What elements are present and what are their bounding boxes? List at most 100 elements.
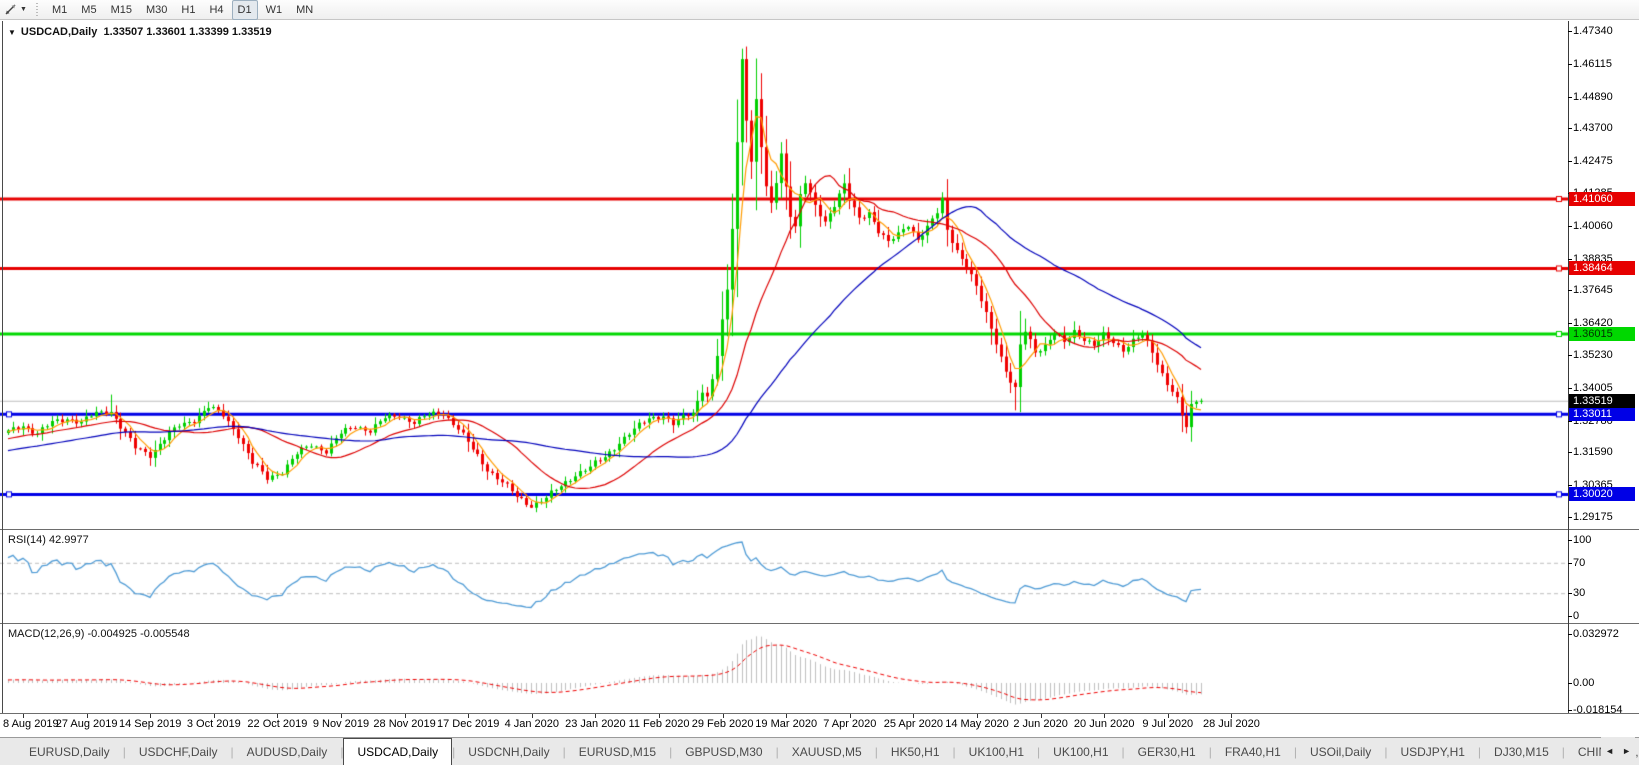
level-price-tag: 1.36015 <box>1569 327 1635 341</box>
chart-tab-dj30-m15[interactable]: DJ30,M15 <box>1481 738 1562 765</box>
axis-tickmark <box>1568 683 1572 684</box>
date-tick-label: 9 Jul 2020 <box>1142 718 1193 730</box>
price-tick-label: 1.47340 <box>1573 24 1613 38</box>
date-tick-label: 27 Aug 2019 <box>56 718 118 730</box>
price-tick-label: 1.35230 <box>1573 348 1613 362</box>
date-tick-label: 4 Jan 2020 <box>505 718 559 730</box>
date-tick-label: 14 Sep 2019 <box>119 718 181 730</box>
timeframe-button-mn[interactable]: MN <box>290 0 319 20</box>
date-tick-label: 19 Mar 2020 <box>755 718 817 730</box>
axis-tickmark <box>1568 452 1572 453</box>
date-tick-label: 9 Nov 2019 <box>313 718 369 730</box>
axis-tickmark <box>1568 355 1572 356</box>
level-price-tag: 1.41060 <box>1569 192 1635 206</box>
chart-symbol-label: USDCAD,Daily <box>21 26 97 38</box>
chart-tab-usdjpy-h1[interactable]: USDJPY,H1 <box>1387 738 1477 765</box>
line-studies-icon <box>3 2 18 17</box>
chart-tab-uk100-h1[interactable]: UK100,H1 <box>1040 738 1121 765</box>
chart-tab-gbpusd-m30[interactable]: GBPUSD,M30 <box>672 738 775 765</box>
axis-tickmark <box>1568 97 1572 98</box>
chart-tab-eurusd-daily[interactable]: EURUSD,Daily <box>16 738 123 765</box>
chart-tab-eurusd-m15[interactable]: EURUSD,M15 <box>566 738 669 765</box>
chart-tab-hk50-h1[interactable]: HK50,H1 <box>878 738 953 765</box>
rsi-label: RSI(14) 42.9977 <box>8 534 89 546</box>
chart-tab-xauusd-m5[interactable]: XAUUSD,M5 <box>779 738 875 765</box>
main-price-chart[interactable] <box>0 21 1568 531</box>
price-axis-scale[interactable]: 1.473401.461151.448901.437001.424751.412… <box>1569 21 1639 530</box>
chart-tab-usdcad-daily[interactable]: USDCAD,Daily <box>343 738 452 765</box>
time-axis-scale[interactable]: 8 Aug 201927 Aug 201914 Sep 20193 Oct 20… <box>0 714 1639 737</box>
date-tick-label: 29 Feb 2020 <box>692 718 754 730</box>
date-tick-label: 23 Jan 2020 <box>565 718 626 730</box>
axis-tickmark <box>1568 290 1572 291</box>
price-tick-label: 1.43700 <box>1573 121 1613 135</box>
axis-tickmark <box>1568 226 1572 227</box>
rsi-current-value: 42.9977 <box>49 534 89 546</box>
chart-collapse-icon[interactable]: ▼ <box>8 28 16 37</box>
axis-tickmark <box>1568 563 1572 564</box>
date-tick-label: 2 Jun 2020 <box>1013 718 1067 730</box>
chart-ohlc-values: 1.33507 1.33601 1.33399 1.33519 <box>103 26 271 38</box>
rsi-tick-label: 0 <box>1573 609 1579 623</box>
mt4-workspace: ▼ M1M5M15M30H1H4D1W1MN ▼ USDCAD,Daily 1.3… <box>0 0 1639 765</box>
timeframe-button-h4[interactable]: H4 <box>203 0 229 20</box>
date-tick-label: 17 Dec 2019 <box>437 718 499 730</box>
axis-tickmark <box>1568 710 1572 711</box>
timeframe-button-m15[interactable]: M15 <box>105 0 138 20</box>
date-tick-label: 14 May 2020 <box>945 718 1009 730</box>
timeframe-button-h1[interactable]: H1 <box>175 0 201 20</box>
price-tick-label: 1.42475 <box>1573 154 1613 168</box>
tab-scroll-left[interactable]: ◄ <box>1605 746 1614 756</box>
axis-tickmark <box>1568 64 1572 65</box>
price-tick-label: 1.37645 <box>1573 283 1613 297</box>
timeframe-buttons: M1M5M15M30H1H4D1W1MN <box>45 0 320 20</box>
timeframe-button-m1[interactable]: M1 <box>46 0 73 20</box>
chart-tab-audusd-daily[interactable]: AUDUSD,Daily <box>234 738 341 765</box>
rsi-indicator-chart[interactable] <box>0 530 1568 624</box>
date-tick-label: 20 Jun 2020 <box>1074 718 1135 730</box>
axis-tickmark <box>1568 161 1572 162</box>
price-tick-label: 1.44890 <box>1573 90 1613 104</box>
line-studies-button[interactable]: ▼ <box>0 1 30 19</box>
macd-axis-scale[interactable]: 0.0329720.00-0.018154 <box>1569 624 1639 713</box>
timeframe-button-m30[interactable]: M30 <box>140 0 173 20</box>
chart-tab-fra40-h1[interactable]: FRA40,H1 <box>1212 738 1294 765</box>
price-tick-label: 1.46115 <box>1573 57 1612 71</box>
date-tick-label: 28 Jul 2020 <box>1203 718 1260 730</box>
timeframe-button-m5[interactable]: M5 <box>75 0 102 20</box>
tab-scroll-arrows: ◄ ► <box>1601 737 1635 765</box>
chart-tab-usdcnh-daily[interactable]: USDCNH,Daily <box>455 738 562 765</box>
macd-tick-label: -0.018154 <box>1573 703 1623 717</box>
tab-scroll-right[interactable]: ► <box>1622 746 1631 756</box>
date-tick-label: 8 Aug 2019 <box>3 718 59 730</box>
line-studies-dropdown-icon[interactable]: ▼ <box>20 6 27 13</box>
level-price-tag: 1.33011 <box>1569 407 1635 421</box>
rsi-tick-label: 30 <box>1573 586 1585 600</box>
rsi-macd-splitter[interactable] <box>0 623 1639 624</box>
date-tick-label: 11 Feb 2020 <box>629 718 690 730</box>
chart-tab-usoil-daily[interactable]: USOil,Daily <box>1297 738 1384 765</box>
axis-tickmark <box>1568 517 1572 518</box>
chart-tab-uk100-h1[interactable]: UK100,H1 <box>956 738 1037 765</box>
chart-tab-usdchf-daily[interactable]: USDCHF,Daily <box>126 738 231 765</box>
timeframe-button-w1[interactable]: W1 <box>260 0 289 20</box>
timeframe-button-d1[interactable]: D1 <box>232 0 258 20</box>
rsi-axis-scale[interactable]: 10070300 <box>1569 530 1639 623</box>
main-rsi-splitter[interactable] <box>0 529 1639 530</box>
axis-tickmark <box>1568 634 1572 635</box>
macd-timeaxis-border <box>0 713 1639 714</box>
chart-tab-ger30-h1[interactable]: GER30,H1 <box>1125 738 1209 765</box>
rsi-tick-label: 100 <box>1573 533 1591 547</box>
level-price-tag: 1.38464 <box>1569 261 1635 275</box>
chart-title: ▼ USDCAD,Daily 1.33507 1.33601 1.33399 1.… <box>8 26 272 38</box>
date-tick-label: 22 Oct 2019 <box>247 718 307 730</box>
macd-indicator-chart[interactable] <box>0 624 1568 713</box>
axis-tickmark <box>1568 593 1572 594</box>
date-tick-label: 28 Nov 2019 <box>373 718 435 730</box>
macd-tick-label: 0.032972 <box>1573 627 1619 641</box>
axis-tickmark <box>1568 128 1572 129</box>
axis-tickmark <box>1568 485 1572 486</box>
axis-tickmark <box>1568 388 1572 389</box>
date-tick-label: 7 Apr 2020 <box>823 718 876 730</box>
toolbar-grip[interactable] <box>34 3 41 17</box>
